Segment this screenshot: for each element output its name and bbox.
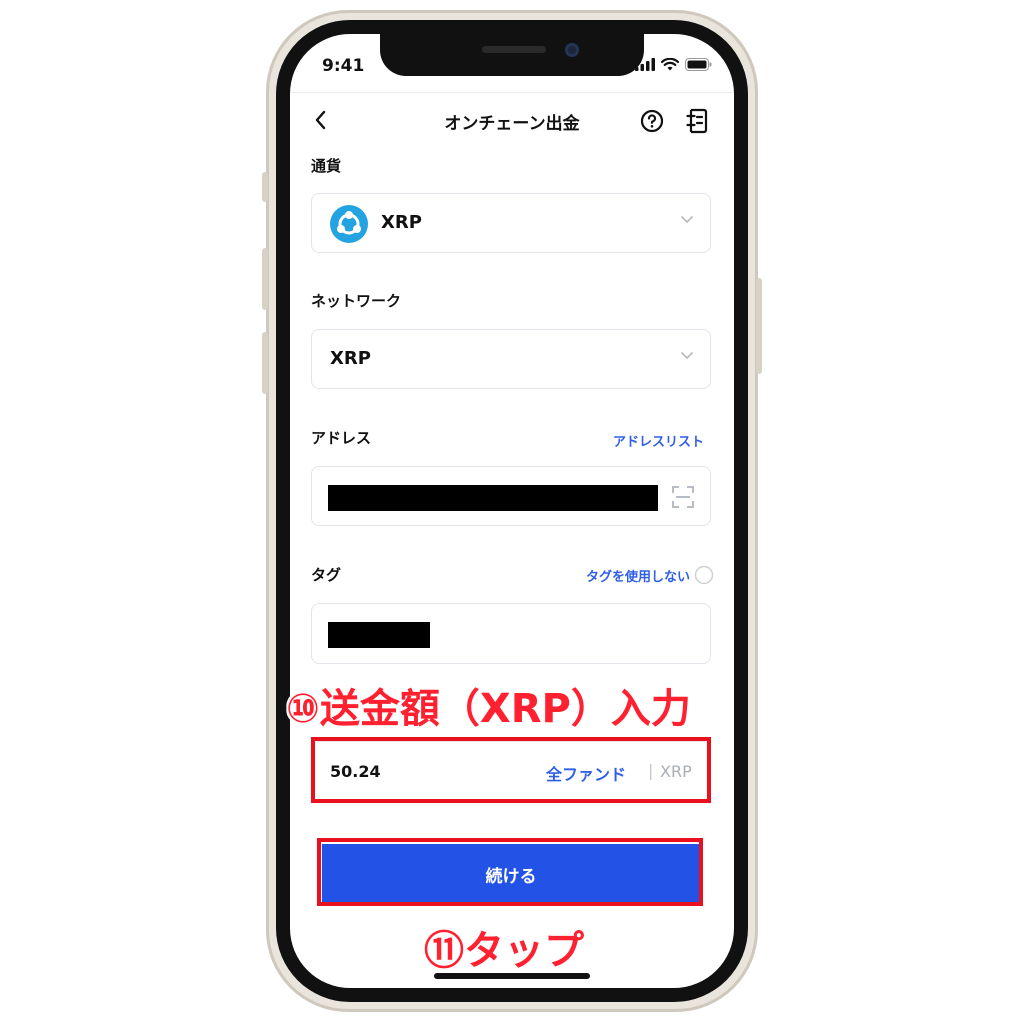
network-select[interactable]: XRP [311,329,711,389]
xrp-logo-icon [330,205,368,243]
tag-label: タグ [311,566,342,584]
currency-value: XRP [381,212,422,233]
address-redaction [328,485,658,511]
volume-down-button [262,332,268,394]
front-camera [565,43,579,57]
currency-select[interactable]: XRP [311,193,711,253]
tag-input[interactable] [311,603,711,664]
nav-bar: オンチェーン出金 [290,92,734,151]
address-label: アドレス [311,429,372,447]
network-value: XRP [330,348,371,369]
tag-redaction [328,622,430,648]
scan-icon[interactable] [672,486,694,508]
no-tag-radio[interactable] [694,565,714,585]
volume-up-button [262,248,268,310]
step11-annotation: ⑪タップ [423,927,585,975]
status-icons [635,58,712,71]
signal-icon [635,58,655,71]
step10-annotation: ⑩送金額（XRP）入力 [285,685,692,733]
speaker-grille [482,46,546,53]
wifi-icon [661,58,679,71]
amount-highlight-box [311,737,711,803]
network-label: ネットワーク [311,292,402,310]
address-input[interactable] [311,466,711,526]
address-list-link[interactable]: アドレスリスト [613,431,704,450]
currency-label: 通貨 [311,157,342,175]
notch [380,34,644,76]
chevron-down-icon [681,352,693,360]
chevron-down-icon [681,216,693,224]
continue-highlight-box [317,838,703,906]
battery-icon [685,58,712,71]
no-tag-link[interactable]: タグを使用しない [586,566,690,585]
mute-switch [262,172,268,202]
page-title: オンチェーン出金 [444,114,580,134]
question-circle-icon[interactable] [640,109,664,133]
power-button [756,278,762,374]
record-list-icon[interactable] [686,108,708,134]
status-time: 9:41 [322,56,365,76]
